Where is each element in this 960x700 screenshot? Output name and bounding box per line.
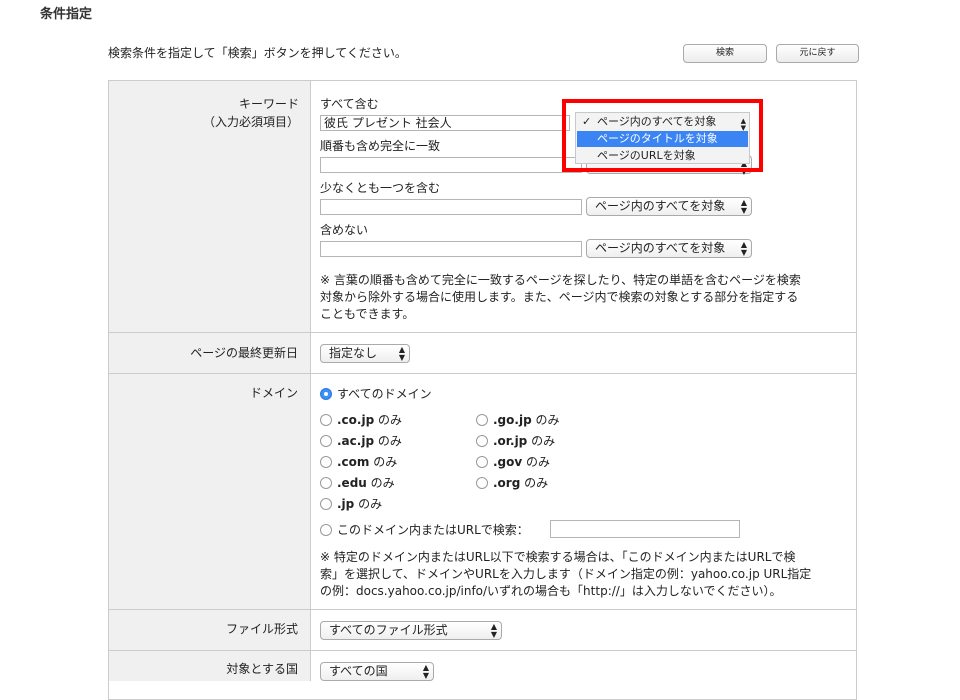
note-line: ※ 特定のドメイン内またはURL以下で検索する場合は、「このドメイン内またはUR…: [320, 550, 796, 564]
domain-cojp-radio[interactable]: [320, 414, 332, 426]
domain-orjp-label: .or.jp のみ: [493, 434, 556, 448]
label-column: [109, 81, 310, 681]
domain-all-radio[interactable]: [320, 388, 332, 400]
domain-orjp-radio[interactable]: [476, 435, 488, 447]
row-divider: [109, 373, 856, 374]
note-line: 対象から除外する場合に使用します。また、ページ内で検索の対象とする部分を指定する: [320, 290, 799, 304]
row-divider: [109, 650, 856, 651]
any-scope-value: ページ内のすべてを対象: [595, 199, 726, 213]
row-divider: [109, 609, 856, 610]
domain-label: ドメイン: [249, 386, 298, 400]
domain-cojp-label: .co.jp のみ: [337, 413, 403, 427]
domain-gov-radio[interactable]: [476, 456, 488, 468]
domain-acjp-label: .ac.jp のみ: [337, 434, 402, 448]
reset-button[interactable]: 元に戻す: [776, 44, 859, 63]
domain-acjp-radio[interactable]: [320, 435, 332, 447]
domain-edu-radio[interactable]: [320, 477, 332, 489]
select-arrows-icon: ▲▼: [422, 663, 429, 680]
row-divider: [109, 332, 856, 333]
domain-gov-label: .gov のみ: [493, 455, 551, 469]
instruction-text: 検索条件を指定して「検索」ボタンを押してください。: [108, 46, 407, 60]
all-words-label: すべて含む: [320, 97, 379, 111]
highlight-box: [562, 99, 763, 172]
exclude-words-input[interactable]: [320, 241, 582, 257]
select-arrows-icon: ▲▼: [740, 198, 747, 215]
column-divider: [310, 81, 311, 681]
last-updated-label: ページの最終更新日: [190, 346, 298, 360]
any-words-input[interactable]: [320, 199, 582, 215]
domain-com-label: .com のみ: [337, 455, 398, 469]
file-type-label: ファイル形式: [225, 622, 298, 636]
exact-phrase-label: 順番も含め完全に一致: [320, 139, 441, 153]
domain-org-label: .org のみ: [493, 476, 549, 490]
note-line: 索」を選択して、ドメインやURLを入力します（ドメイン指定の例：yahoo.co…: [320, 567, 812, 581]
domain-note: ※ 特定のドメイン内またはURL以下で検索する場合は、「このドメイン内またはUR…: [320, 549, 850, 600]
all-words-input[interactable]: 彼氏 プレゼント 社会人: [320, 115, 570, 131]
domain-custom-radio[interactable]: [320, 524, 332, 536]
any-words-label: 少なくとも一つを含む: [320, 181, 441, 195]
file-type-value: すべてのファイル形式: [329, 623, 448, 637]
country-label: 対象とする国: [226, 662, 298, 676]
keyword-label: キーワード: [238, 97, 299, 111]
domain-edu-label: .edu のみ: [337, 476, 395, 490]
domain-com-radio[interactable]: [320, 456, 332, 468]
note-line: の例：docs.yahoo.co.jp/info/いずれの場合も「http://…: [320, 584, 782, 598]
note-line: こともできます。: [320, 307, 415, 321]
domain-gojp-label: .go.jp のみ: [493, 413, 560, 427]
domain-custom-input[interactable]: [550, 520, 740, 538]
last-updated-value: 指定なし: [329, 346, 378, 360]
select-arrows-icon: ▲▼: [398, 345, 405, 362]
domain-jp-label: .jp のみ: [337, 497, 383, 511]
exclude-scope-value: ページ内のすべてを対象: [595, 241, 726, 255]
domain-gojp-radio[interactable]: [476, 414, 488, 426]
domain-custom-label: このドメイン内またはURLで検索：: [337, 523, 529, 537]
select-arrows-icon: ▲▼: [490, 622, 497, 639]
keyword-label-group: キーワード （入力必須項目）: [109, 95, 299, 130]
domain-all-label: すべてのドメイン: [337, 387, 432, 401]
country-value: すべての国: [329, 664, 388, 678]
search-button[interactable]: 検索: [683, 44, 767, 63]
keyword-required-label: （入力必須項目）: [202, 115, 299, 129]
last-updated-select[interactable]: 指定なし ▲ ▼: [320, 344, 410, 363]
any-scope-select[interactable]: ページ内のすべてを対象 ▲ ▼: [586, 197, 752, 216]
exclude-words-label: 含めない: [320, 223, 369, 237]
file-type-select[interactable]: すべてのファイル形式 ▲ ▼: [320, 621, 502, 640]
keyword-note: ※ 言葉の順番も含めて完全に一致するページを探したり、特定の単語を含むページを検…: [320, 272, 850, 323]
section-title: 条件指定: [40, 7, 93, 22]
country-select[interactable]: すべての国 ▲ ▼: [320, 662, 434, 681]
note-line: ※ 言葉の順番も含めて完全に一致するページを探したり、特定の単語を含むページを検…: [320, 273, 801, 287]
domain-jp-radio[interactable]: [320, 498, 332, 510]
exact-phrase-input[interactable]: [320, 157, 582, 173]
select-arrows-icon: ▲▼: [740, 240, 747, 257]
domain-org-radio[interactable]: [476, 477, 488, 489]
exclude-scope-select[interactable]: ページ内のすべてを対象 ▲ ▼: [586, 239, 752, 258]
